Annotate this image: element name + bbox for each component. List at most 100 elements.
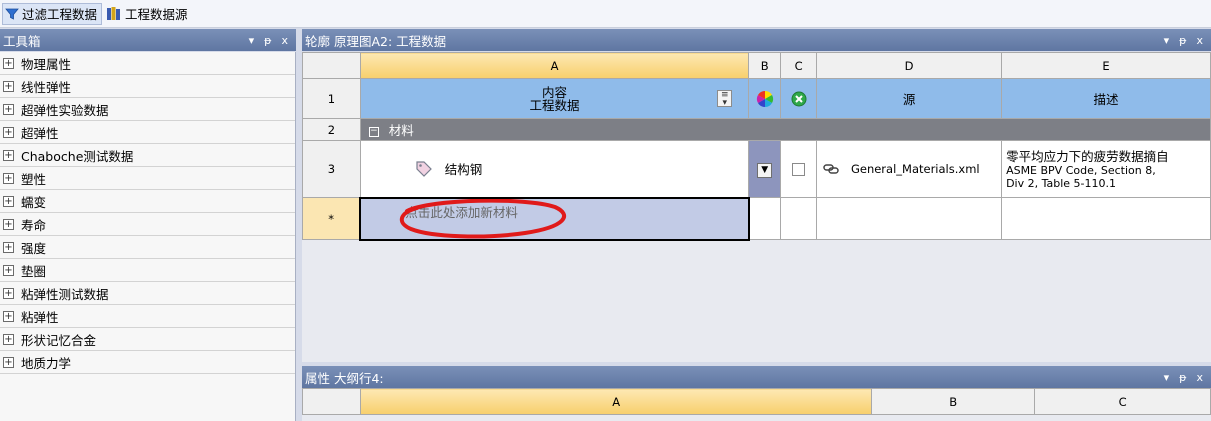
description-cell[interactable]: 零平均应力下的疲劳数据摘自 ASME BPV Code, Section 8, … [1001, 140, 1211, 198]
chevron-down-icon[interactable]: ▾ [1164, 34, 1170, 47]
expand-icon[interactable]: + [3, 241, 14, 253]
properties-table-area: A B C [302, 388, 1211, 421]
contents-header-cell[interactable]: 内容 工程数据 ≡ ▾ [359, 78, 750, 119]
toolbox-item-physical-properties[interactable]: + 物理属性 [0, 52, 295, 75]
materials-category-label: 材料 [388, 123, 414, 138]
column-header-c[interactable]: C [780, 52, 818, 79]
toolbox-item-gasket[interactable]: + 垫圈 [0, 259, 295, 282]
properties-header: 属性 大纲行4: ▾ ᵽ x [302, 366, 1211, 388]
toolbox-item-hyperelastic-experimental-data[interactable]: + 超弹性实验数据 [0, 98, 295, 121]
expand-icon[interactable]: + [3, 264, 14, 276]
color-header-cell[interactable] [748, 78, 782, 119]
empty-cell-e [1001, 197, 1211, 240]
material-tag-icon [416, 161, 432, 177]
sort-icon[interactable]: ≡ ▾ [717, 90, 733, 108]
outline-header: 轮廓 原理图A2: 工程数据 ▾ ᵽ x [302, 29, 1211, 51]
suppress-header-cell[interactable] [780, 78, 818, 119]
pin-icon[interactable]: ᵽ [1179, 34, 1186, 47]
empty-cell-b [748, 197, 782, 240]
toolbox-item-strength[interactable]: + 强度 [0, 236, 295, 259]
empty-cell-d [816, 197, 1003, 240]
properties-table: A B C [302, 388, 1211, 415]
toolbox-item-viscoelastic[interactable]: + 粘弹性 [0, 305, 295, 328]
collapse-icon[interactable]: − [368, 126, 379, 137]
toolbox-item-plasticity[interactable]: + 塑性 [0, 167, 295, 190]
engineering-data-sources-label: 工程数据源 [125, 7, 188, 22]
pin-icon[interactable]: ᵽ [1179, 371, 1186, 384]
toolbox-title: 工具箱 [3, 33, 41, 49]
color-wheel-icon [756, 90, 773, 107]
properties-column-header-c[interactable]: C [1034, 388, 1211, 415]
filter-engineering-data-button[interactable]: 过滤工程数据 [2, 2, 103, 25]
column-header-a[interactable]: A [359, 52, 750, 79]
toolbox-item-linear-elastic[interactable]: + 线性弹性 [0, 75, 295, 98]
books-icon [107, 7, 121, 20]
material-name-cell[interactable]: 结构钢 [359, 140, 750, 198]
engineering-data-label: 工程数据 [529, 97, 580, 113]
source-header-cell[interactable]: 源 [816, 78, 1003, 119]
toolbox-item-creep[interactable]: + 蠕变 [0, 190, 295, 213]
toolbar: 过滤工程数据 工程数据源 [0, 0, 1211, 28]
filter-engineering-data-label: 过滤工程数据 [22, 7, 98, 22]
outline-table-area: A B C D E 1 内容 工程数据 ≡ ▾ 源 描述 2 − 材料 3 结构… [302, 52, 1211, 362]
close-icon[interactable]: x [1196, 34, 1203, 47]
toolbox-item-shape-memory-alloy[interactable]: + 形状记忆合金 [0, 328, 295, 351]
outline-title: 轮廓 原理图A2: 工程数据 [305, 33, 447, 49]
expand-icon[interactable]: + [3, 218, 14, 230]
row-number-3[interactable]: 3 [302, 140, 361, 198]
contents-label: 内容 [542, 84, 568, 100]
expand-icon[interactable]: + [3, 172, 14, 184]
properties-column-header-a[interactable]: A [359, 388, 873, 415]
description-header-cell[interactable]: 描述 [1001, 78, 1211, 119]
suppress-checkbox-cell [780, 140, 818, 198]
empty-cell-c [780, 197, 818, 240]
toolbox-header: 工具箱 ▾ ᵽ x [0, 29, 296, 51]
suppress-x-icon [791, 91, 807, 106]
properties-column-header-b[interactable]: B [871, 388, 1036, 415]
properties-corner-cell [302, 388, 361, 415]
toolbox-item-chaboche-test-data[interactable]: + Chaboche测试数据 [0, 144, 295, 167]
new-row-marker[interactable]: * [302, 197, 361, 240]
description-line-2: ASME BPV Code, Section 8, [1006, 163, 1156, 177]
expand-icon[interactable]: + [3, 195, 14, 207]
outline-table: A B C D E 1 内容 工程数据 ≡ ▾ 源 描述 2 − 材料 3 结构… [302, 52, 1211, 241]
toolbox-item-geomechanics[interactable]: + 地质力学 [0, 351, 295, 374]
engineering-data-sources-button[interactable]: 工程数据源 [104, 3, 192, 25]
description-line-1: 零平均应力下的疲劳数据摘自 [1006, 148, 1169, 164]
red-highlight-circle [400, 199, 567, 238]
engineering-data-window: 过滤工程数据 工程数据源 工具箱 ▾ ᵽ x + 物理属性 + 线性弹性 + 超弹性实… [0, 0, 1211, 421]
toolbox-item-life[interactable]: + 寿命 [0, 213, 295, 236]
pin-icon[interactable]: ᵽ [264, 34, 271, 47]
chevron-down-icon[interactable]: ▾ [249, 34, 255, 47]
expand-icon[interactable]: + [3, 149, 14, 161]
expand-icon[interactable]: + [3, 287, 14, 299]
expand-icon[interactable]: + [3, 126, 14, 138]
source-file-text: General_Materials.xml [850, 162, 980, 177]
toolbox-item-hyperelastic[interactable]: + 超弹性 [0, 121, 295, 144]
expand-icon[interactable]: + [3, 103, 14, 115]
toolbox-item-viscoelastic-test-data[interactable]: + 粘弹性测试数据 [0, 282, 295, 305]
close-icon[interactable]: x [281, 34, 288, 47]
link-icon [823, 164, 839, 174]
expand-icon[interactable]: + [3, 80, 14, 92]
description-line-3: Div 2, Table 5-110.1 [1006, 176, 1116, 190]
expand-icon[interactable]: + [3, 57, 14, 69]
column-header-b[interactable]: B [748, 52, 782, 79]
corner-cell [302, 52, 361, 79]
filter-icon [5, 8, 19, 20]
expand-icon[interactable]: + [3, 310, 14, 322]
row-number-2[interactable]: 2 [302, 118, 361, 141]
close-icon[interactable]: x [1196, 371, 1203, 384]
color-picker-cell[interactable]: ▼ [748, 140, 782, 198]
dropdown-arrow-icon[interactable]: ▼ [757, 162, 773, 178]
column-header-e[interactable]: E [1001, 52, 1211, 79]
row-number-1[interactable]: 1 [302, 78, 361, 119]
column-header-d[interactable]: D [816, 52, 1003, 79]
suppress-checkbox[interactable] [792, 163, 806, 176]
category-row-materials[interactable]: − 材料 [359, 118, 1211, 141]
source-cell[interactable]: General_Materials.xml [816, 140, 1003, 198]
expand-icon[interactable]: + [3, 333, 14, 345]
expand-icon[interactable]: + [3, 356, 14, 368]
add-new-material-cell[interactable]: 点击此处添加新材料 [359, 196, 750, 241]
chevron-down-icon[interactable]: ▾ [1164, 371, 1170, 384]
